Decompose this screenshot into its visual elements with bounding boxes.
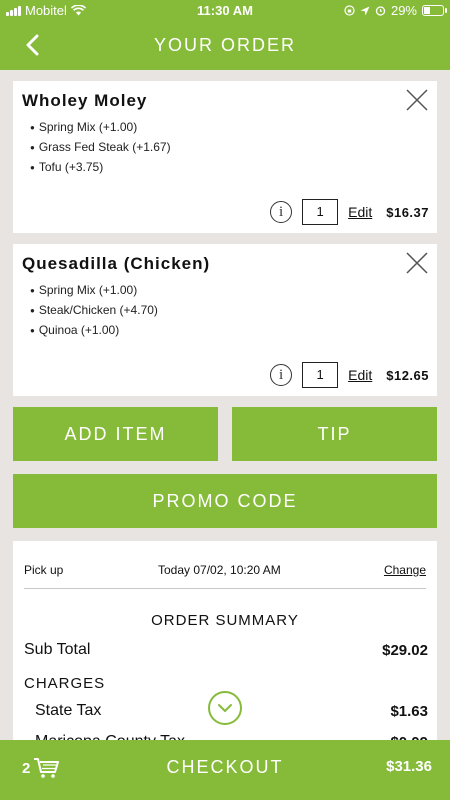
- order-summary-panel: Pick up Today 07/02, 10:20 AM Change ORD…: [13, 541, 437, 751]
- location-icon: [360, 6, 370, 15]
- tip-button[interactable]: TIP: [232, 407, 437, 461]
- app-header: Mobitel 11:30 AM 29% YOUR ORDER: [0, 0, 450, 70]
- modifier-item: Steak/Chicken (+4.70): [30, 300, 158, 320]
- remove-item-button[interactable]: [405, 251, 429, 275]
- modifier-item: Grass Fed Steak (+1.67): [30, 137, 171, 157]
- item-price: $12.65: [386, 367, 429, 383]
- modifier-item: Spring Mix (+1.00): [30, 280, 158, 300]
- pickup-time: Today 07/02, 10:20 AM: [158, 563, 281, 577]
- subtotal-value: $29.02: [382, 642, 428, 659]
- divider: [24, 588, 426, 589]
- subtotal-label: Sub Total: [24, 641, 91, 658]
- alarm-icon: [375, 6, 386, 16]
- item-name: Quesadilla (Chicken): [22, 254, 211, 273]
- cart-item: Wholey Moley Spring Mix (+1.00) Grass Fe…: [13, 81, 437, 233]
- status-bar: Mobitel 11:30 AM 29%: [0, 0, 450, 22]
- battery-icon: [422, 5, 447, 16]
- state-tax-value: $1.63: [390, 703, 428, 720]
- expand-summary-button[interactable]: [208, 691, 242, 725]
- modifier-list: Spring Mix (+1.00) Grass Fed Steak (+1.6…: [30, 117, 171, 177]
- orientation-lock-icon: [344, 5, 355, 16]
- change-pickup-link[interactable]: Change: [384, 563, 426, 577]
- battery-percent: 29%: [390, 3, 417, 18]
- modifier-item: Tofu (+3.75): [30, 157, 171, 177]
- checkout-button[interactable]: 2 CHECKOUT $31.36: [0, 740, 450, 800]
- item-price: $16.37: [386, 204, 429, 220]
- edit-item-link[interactable]: Edit: [348, 204, 372, 220]
- quantity-field[interactable]: 1: [302, 199, 339, 225]
- modifier-item: Quinoa (+1.00): [30, 320, 158, 340]
- remove-item-button[interactable]: [405, 88, 429, 112]
- charges-heading: CHARGES: [24, 675, 106, 692]
- item-name: Wholey Moley: [22, 91, 148, 110]
- chevron-down-icon: [218, 704, 232, 712]
- cart-item: Quesadilla (Chicken) Spring Mix (+1.00) …: [13, 244, 437, 396]
- page-title: YOUR ORDER: [153, 35, 296, 55]
- checkout-label: CHECKOUT: [166, 757, 284, 777]
- add-item-button[interactable]: ADD ITEM: [13, 407, 218, 461]
- close-icon: [406, 252, 428, 274]
- pickup-row: Pick up Today 07/02, 10:20 AM Change: [24, 563, 426, 583]
- checkout-total: $31.36: [386, 758, 432, 775]
- order-summary-title: ORDER SUMMARY: [151, 612, 299, 629]
- promo-code-button[interactable]: PROMO CODE: [13, 474, 437, 528]
- info-icon[interactable]: i: [270, 364, 293, 386]
- edit-item-link[interactable]: Edit: [348, 367, 372, 383]
- modifier-list: Spring Mix (+1.00) Steak/Chicken (+4.70)…: [30, 280, 158, 340]
- modifier-item: Spring Mix (+1.00): [30, 117, 171, 137]
- info-icon[interactable]: i: [270, 201, 293, 223]
- close-icon: [406, 89, 428, 111]
- pickup-label: Pick up: [24, 563, 64, 577]
- quantity-field[interactable]: 1: [302, 362, 339, 388]
- state-tax-label: State Tax: [35, 702, 102, 719]
